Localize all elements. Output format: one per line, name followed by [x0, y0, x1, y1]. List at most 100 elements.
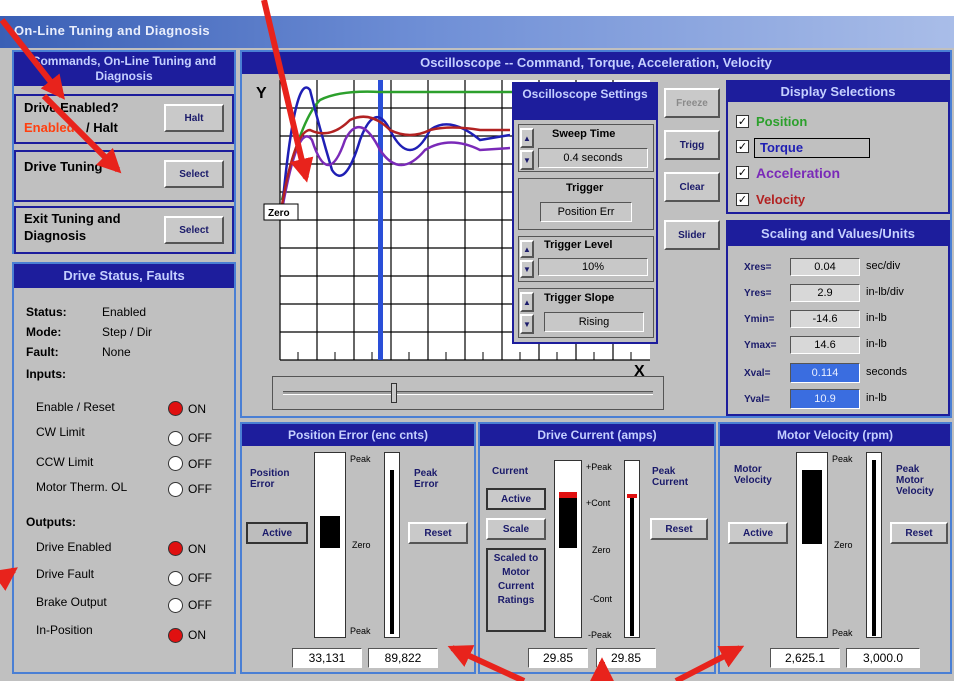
- current-reset-button[interactable]: Reset: [650, 518, 708, 540]
- trigger-level-up-button[interactable]: ▲: [520, 240, 534, 258]
- window-titlebar: On-Line Tuning and Diagnosis: [0, 16, 954, 48]
- position-error-value: 33,131: [292, 648, 362, 668]
- input-state: OFF: [188, 457, 212, 471]
- display-selections-header: Display Selections: [728, 82, 948, 102]
- status-header: Drive Status, Faults: [14, 264, 234, 288]
- trigger-value[interactable]: Position Err: [540, 202, 632, 222]
- sweep-time-up-button[interactable]: ▲: [520, 128, 534, 148]
- velocity-active-button[interactable]: Active: [728, 522, 788, 544]
- trigger-slope-up-button[interactable]: ▲: [520, 292, 534, 312]
- position-error-zero: Zero: [352, 540, 371, 550]
- xval-unit: seconds: [866, 366, 907, 378]
- yres-value[interactable]: 2.9: [790, 284, 860, 302]
- output-led: [168, 571, 183, 586]
- fault-value: None: [102, 345, 131, 359]
- inputs-label: Inputs:: [26, 367, 66, 381]
- time-slider[interactable]: [272, 376, 664, 410]
- status-label: Status:: [26, 305, 67, 319]
- trigger-slope-value[interactable]: Rising: [544, 312, 644, 332]
- scope-settings-header: Oscilloscope Settings: [514, 84, 656, 120]
- enabled-word: Enabled: [24, 120, 75, 135]
- xres-value[interactable]: 0.04: [790, 258, 860, 276]
- position-error-peak-top: Peak: [350, 454, 371, 464]
- current-cont-bottom: -Cont: [590, 594, 613, 604]
- ymax-unit: in-lb: [866, 338, 887, 350]
- input-state: ON: [188, 402, 206, 416]
- window-title: On-Line Tuning and Diagnosis: [14, 23, 210, 38]
- position-error-label: Position Error: [250, 468, 290, 490]
- drive-tuning-label: Drive Tuning: [24, 159, 103, 174]
- input-led: [168, 482, 183, 497]
- input-label: CCW Limit: [36, 455, 94, 469]
- sweep-time-value[interactable]: 0.4 seconds: [538, 148, 648, 168]
- current-cont-marker: [559, 492, 577, 498]
- peak-velocity-value: 3,000.0: [846, 648, 920, 668]
- position-error-reset-button[interactable]: Reset: [408, 522, 468, 544]
- input-label: Enable / Reset: [36, 400, 115, 414]
- trigger-label: Trigger: [566, 182, 604, 194]
- current-active-button[interactable]: Active: [486, 488, 546, 510]
- freeze-button[interactable]: Freeze: [664, 88, 720, 118]
- current-value: 29.85: [528, 648, 588, 668]
- ymin-value[interactable]: -14.6: [790, 310, 860, 328]
- ymax-value[interactable]: 14.6: [790, 336, 860, 354]
- trigger-level-down-button[interactable]: ▼: [520, 260, 534, 278]
- input-led: [168, 431, 183, 446]
- output-led: [168, 628, 183, 643]
- outputs-label: Outputs:: [26, 515, 76, 529]
- mode-value: Step / Dir: [102, 325, 153, 339]
- mode-label: Mode:: [26, 325, 62, 339]
- velocity-checkbox[interactable]: ✓: [736, 193, 749, 206]
- halt-word: / Halt: [86, 120, 118, 135]
- time-slider-thumb[interactable]: [391, 383, 397, 403]
- input-state: OFF: [188, 431, 212, 445]
- peak-velocity-bar: [872, 460, 876, 636]
- torque-checkbox[interactable]: ✓: [736, 140, 749, 153]
- fault-label: Fault:: [26, 345, 59, 359]
- yval-value[interactable]: 10.9: [790, 389, 860, 409]
- velocity-peak-bottom: Peak: [832, 628, 853, 638]
- position-error-bar: [320, 516, 340, 548]
- current-scale-button[interactable]: Scale: [486, 518, 546, 540]
- sweep-time-down-button[interactable]: ▼: [520, 150, 534, 170]
- trigger-level-value[interactable]: 10%: [538, 258, 648, 276]
- position-error-active-button[interactable]: Active: [246, 522, 308, 544]
- trigger-slope-label: Trigger Slope: [544, 292, 615, 304]
- output-led: [168, 541, 183, 556]
- ymin-label: Ymin=: [744, 314, 775, 325]
- output-led: [168, 598, 183, 613]
- input-led: [168, 456, 183, 471]
- velocity-reset-button[interactable]: Reset: [890, 522, 948, 544]
- peak-error-value: 89,822: [368, 648, 438, 668]
- acceleration-checkbox[interactable]: ✓: [736, 166, 749, 179]
- clear-button[interactable]: Clear: [664, 172, 720, 202]
- oscilloscope-header: Oscilloscope -- Command, Torque, Acceler…: [242, 52, 950, 74]
- exit-tuning-select-button[interactable]: Select: [164, 216, 224, 244]
- input-state: OFF: [188, 482, 212, 496]
- output-state: OFF: [188, 571, 212, 585]
- sweep-time-label: Sweep Time: [552, 128, 616, 140]
- zero-label: Zero: [268, 208, 290, 219]
- current-cont-top: +Cont: [586, 498, 611, 508]
- top-margin: [0, 0, 954, 16]
- slider-button[interactable]: Slider: [664, 220, 720, 250]
- trigger-slope-down-button[interactable]: ▼: [520, 314, 534, 334]
- output-state: ON: [188, 628, 206, 642]
- halt-button[interactable]: Halt: [164, 104, 224, 132]
- peak-velocity-label: Peak Motor Velocity: [896, 464, 934, 497]
- peak-current-label: Peak Current: [652, 466, 689, 488]
- xval-value[interactable]: 0.114: [790, 363, 860, 383]
- current-label: Current: [492, 466, 529, 477]
- output-state: ON: [188, 542, 206, 556]
- output-label: In-Position: [36, 623, 93, 637]
- trigg-button[interactable]: Trigg: [664, 130, 720, 160]
- scaling-header: Scaling and Values/Units: [728, 222, 948, 246]
- drive-tuning-select-button[interactable]: Select: [164, 160, 224, 188]
- current-peak-top: +Peak: [586, 462, 612, 472]
- peak-current-marker: [627, 494, 637, 498]
- position-checkbox-label: Position: [756, 114, 808, 129]
- ymax-label: Ymax=: [744, 340, 777, 351]
- current-zero: Zero: [592, 545, 611, 555]
- current-peak-bottom: -Peak: [588, 630, 612, 640]
- position-checkbox[interactable]: ✓: [736, 115, 749, 128]
